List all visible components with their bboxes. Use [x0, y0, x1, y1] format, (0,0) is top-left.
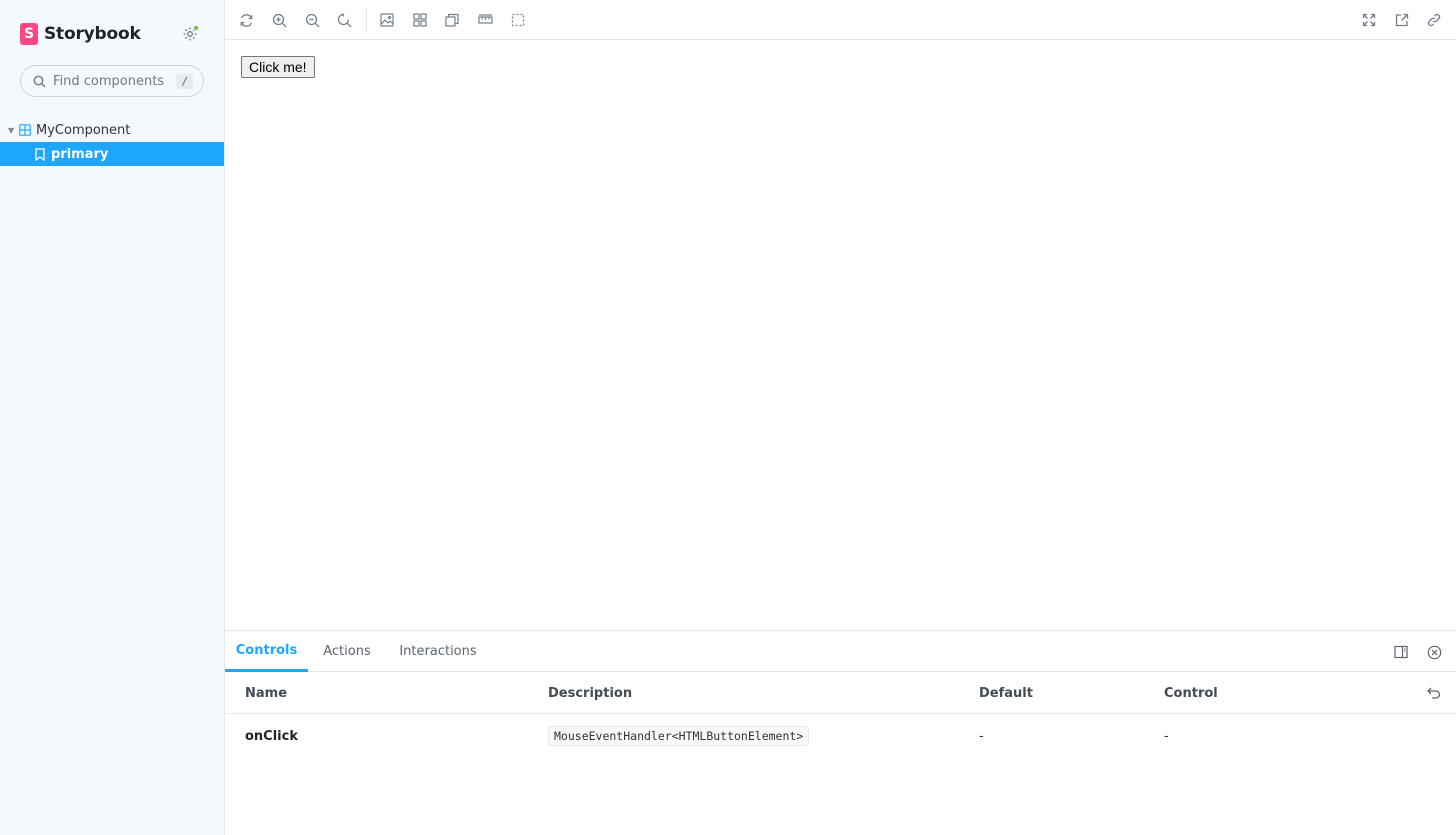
zoom-out-icon — [305, 13, 320, 28]
close-circle-icon — [1427, 645, 1442, 660]
share-icon — [1395, 13, 1409, 27]
tree-item-primary[interactable]: primary — [0, 142, 224, 166]
tree-group-mycomponent[interactable]: ▼ MyComponent — [0, 119, 224, 141]
addon-panel: Controls Actions Interactions Name Descr… — [225, 630, 1456, 835]
column-header-name: Name — [245, 685, 288, 701]
reset-controls-button[interactable] — [1424, 672, 1444, 714]
search-input[interactable] — [53, 73, 170, 89]
background-button[interactable] — [376, 9, 398, 31]
tree-item-label: primary — [51, 146, 109, 162]
tab-actions[interactable]: Actions — [308, 631, 386, 672]
chevron-down-icon: ▼ — [8, 125, 15, 135]
tab-controls[interactable]: Controls — [225, 631, 308, 672]
column-header-description: Description — [548, 685, 633, 701]
link-icon — [1427, 13, 1441, 27]
grid-button[interactable] — [409, 9, 431, 31]
settings-button[interactable] — [180, 24, 200, 44]
search-icon — [33, 75, 46, 88]
fullscreen-button[interactable] — [1358, 9, 1380, 31]
story-button[interactable]: Click me! — [241, 56, 315, 78]
zoom-reset-button[interactable] — [333, 9, 355, 31]
component-icon — [19, 124, 31, 136]
table-row: onClick MouseEventHandler<HTMLButtonElem… — [225, 715, 1456, 757]
controls-table-header: Name Description Default Control — [225, 672, 1456, 714]
zoom-out-button[interactable] — [301, 9, 323, 31]
column-header-default: Default — [979, 685, 1033, 701]
fullscreen-icon — [1362, 13, 1376, 27]
toolbar-divider — [366, 9, 367, 31]
tree-group-label: MyComponent — [36, 122, 131, 138]
tab-interactions[interactable]: Interactions — [386, 631, 490, 672]
undo-icon — [1427, 687, 1441, 699]
grid-icon — [413, 13, 427, 27]
brand[interactable]: S Storybook — [20, 22, 141, 46]
copy-link-button[interactable] — [1423, 9, 1445, 31]
toolbar — [225, 0, 1456, 40]
search-box[interactable]: / — [20, 65, 204, 97]
sidebar-layout-icon — [1394, 645, 1408, 659]
open-new-tab-button[interactable] — [1391, 9, 1413, 31]
storybook-logo-icon: S — [20, 23, 38, 45]
measure-button[interactable] — [474, 9, 496, 31]
outline-button[interactable] — [507, 9, 529, 31]
panel-orientation-button[interactable] — [1391, 642, 1411, 662]
prop-control: - — [1164, 728, 1169, 744]
viewport-icon — [445, 13, 459, 27]
reload-button[interactable] — [235, 9, 257, 31]
ruler-icon — [477, 13, 493, 27]
zoom-in-button[interactable] — [268, 9, 290, 31]
image-icon — [380, 13, 394, 27]
zoom-reset-icon — [337, 13, 352, 28]
panel-tabs: Controls Actions Interactions — [225, 631, 1456, 672]
sidebar: S Storybook / ▼ MyComponent — [0, 0, 225, 835]
viewport-button[interactable] — [441, 9, 463, 31]
status-dot — [193, 25, 199, 31]
refresh-icon — [239, 13, 254, 28]
prop-name: onClick — [245, 728, 298, 744]
prop-description-cell: MouseEventHandler<HTMLButtonElement> — [548, 715, 810, 757]
preview-canvas: Click me! — [225, 40, 1456, 630]
outline-icon — [511, 13, 525, 27]
search-shortcut-badge: / — [176, 73, 193, 89]
bookmark-icon — [35, 147, 45, 161]
prop-type-code: MouseEventHandler<HTMLButtonElement> — [548, 726, 810, 746]
prop-default: - — [979, 728, 984, 744]
column-header-control: Control — [1164, 685, 1218, 701]
zoom-in-icon — [272, 13, 287, 28]
brand-name: Storybook — [44, 24, 141, 44]
panel-close-button[interactable] — [1424, 642, 1444, 662]
